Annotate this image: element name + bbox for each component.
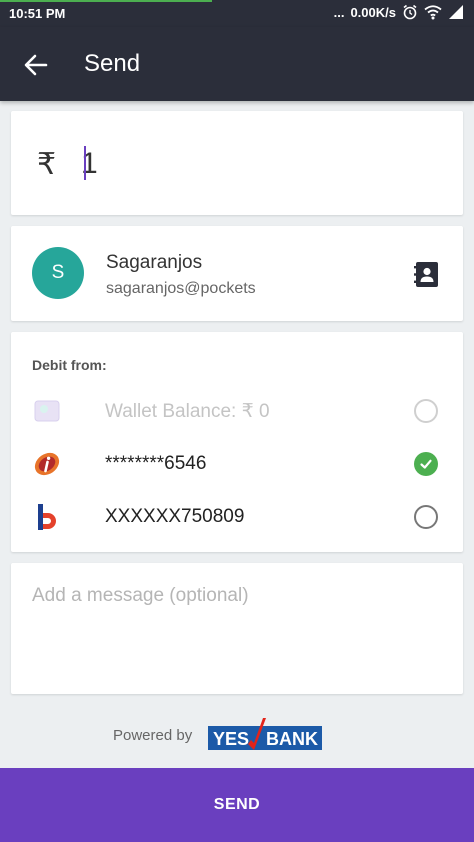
message-input[interactable] [32, 585, 442, 675]
powered-by-label: Powered by [113, 727, 193, 744]
currency-symbol: ₹ [37, 148, 57, 181]
icici-bank-icon [34, 452, 60, 476]
status-icons: ... 0.00K/s [334, 4, 464, 20]
page-title: Send [84, 50, 141, 77]
icici-radio-selected[interactable] [414, 452, 438, 476]
bob-radio[interactable] [414, 505, 438, 529]
status-bar: 10:51 PM ... 0.00K/s [0, 0, 474, 27]
bank-of-baroda-icon [38, 504, 56, 530]
status-dots: ... [333, 4, 345, 20]
check-icon [420, 459, 432, 469]
debit-option-icici[interactable]: ********6546 [11, 438, 463, 488]
debit-option-bob[interactable]: XXXXXX750809 [11, 491, 463, 541]
text-cursor [84, 146, 86, 180]
debit-option-wallet: Wallet Balance: ₹ 0 [11, 385, 463, 435]
icici-account-label: ********6546 [105, 453, 207, 474]
amount-card: ₹ 1 [11, 111, 463, 215]
yes-bank-logo-left: YES [213, 729, 249, 749]
wallet-balance-label: Wallet Balance: ₹ 0 [105, 401, 270, 422]
signal-icon [449, 5, 463, 19]
arrow-left-icon[interactable] [22, 51, 50, 79]
status-time: 10:51 PM [9, 6, 66, 21]
wallet-icon [34, 400, 60, 422]
message-card [11, 563, 463, 694]
wallet-radio [414, 399, 438, 423]
recipient-card: S Sagaranjos sagaranjos@pockets [11, 226, 463, 321]
alarm-icon [403, 4, 417, 20]
send-button[interactable]: SEND [0, 768, 474, 842]
status-progress-bar [0, 0, 212, 2]
debit-from-label: Debit from: [32, 357, 107, 373]
wifi-icon [424, 5, 442, 20]
yes-bank-logo: YES BANK [208, 718, 322, 750]
debit-from-card: Debit from: Wallet Balance: ₹ 0 ********… [11, 332, 463, 552]
contacts-book-icon[interactable] [414, 261, 439, 288]
network-speed: 0.00K/s [350, 4, 396, 20]
avatar: S [32, 247, 84, 299]
yes-bank-logo-right: BANK [266, 729, 318, 749]
recipient-vpa: sagaranjos@pockets [106, 280, 256, 297]
recipient-name: Sagaranjos [106, 252, 203, 273]
bob-account-label: XXXXXX750809 [105, 506, 245, 527]
app-bar: Send [0, 27, 474, 101]
